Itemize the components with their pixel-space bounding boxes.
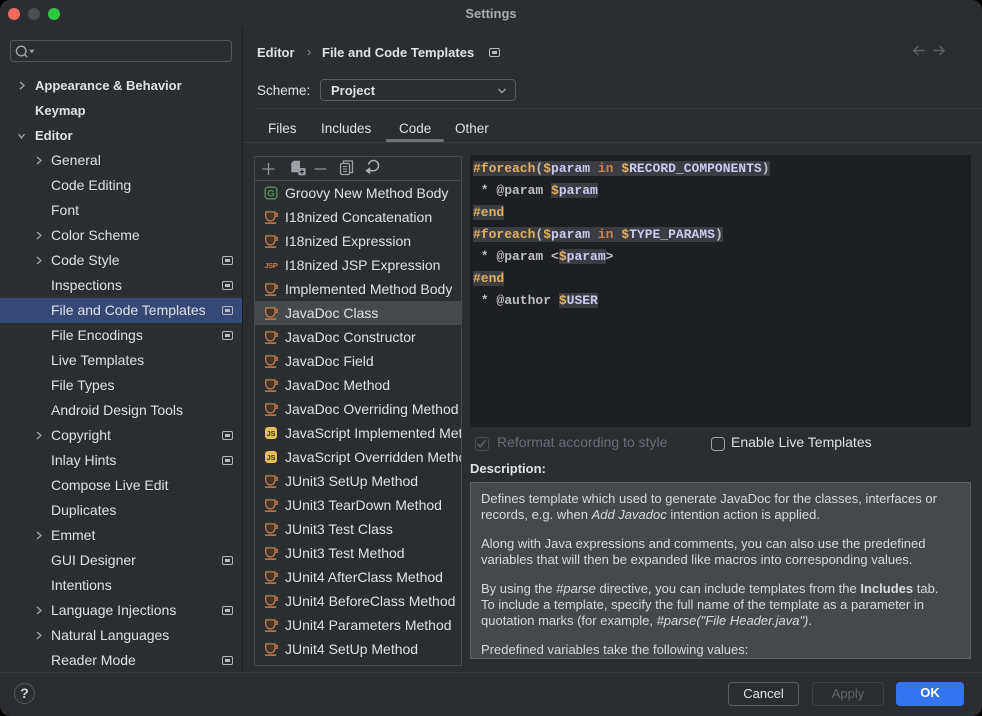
svg-text:JSP: JSP (264, 260, 277, 269)
svg-text:JS: JS (267, 429, 276, 438)
svg-text:G: G (267, 188, 274, 199)
svg-text:JS: JS (267, 453, 276, 462)
